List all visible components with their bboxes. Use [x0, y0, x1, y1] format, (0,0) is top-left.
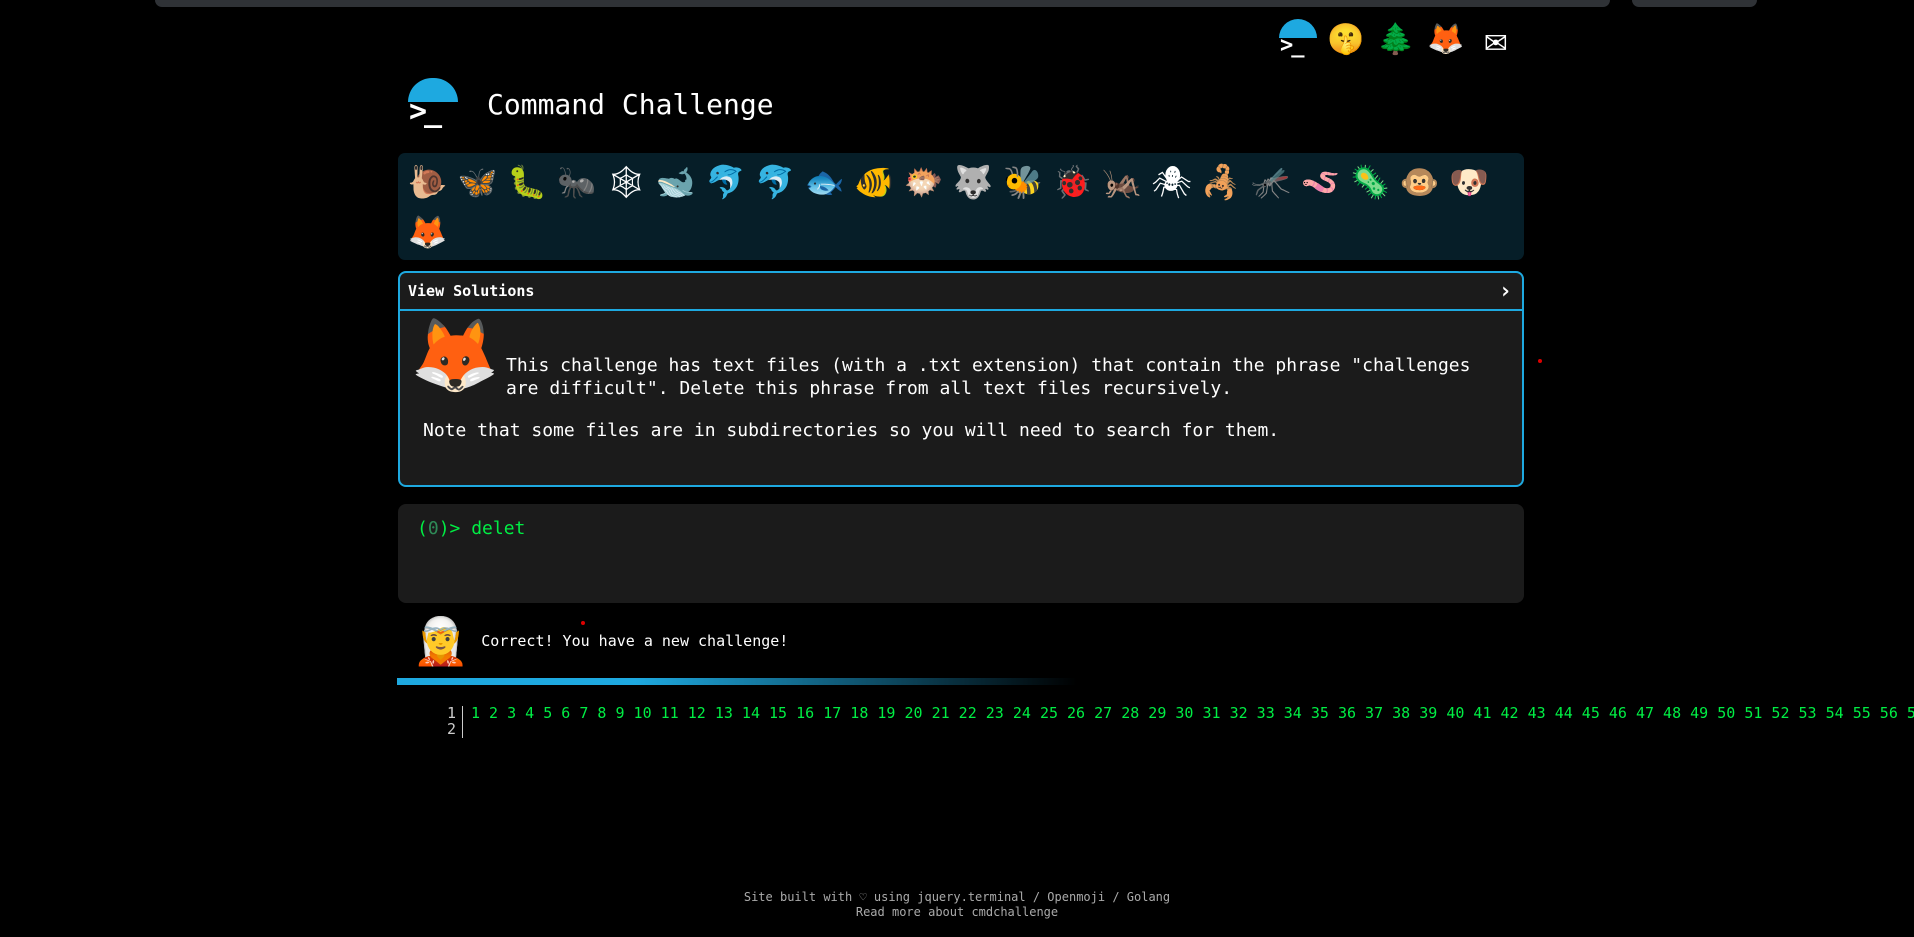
output-line: 1 2 3 4 5 6 7 8 9 10 11 12 13 14 15 16 1…: [471, 704, 1914, 722]
challenge-animal-icon[interactable]: 🦊: [403, 207, 453, 257]
browser-chrome-strip: [0, 0, 1914, 14]
challenge-animal-icon[interactable]: 🕷: [1147, 157, 1197, 207]
output-line-numbers: 1 2: [440, 705, 456, 737]
challenge-animal-icon[interactable]: 🐶: [1444, 157, 1494, 207]
challenge-animal-icon[interactable]: 🐌: [403, 157, 453, 207]
terminal[interactable]: (0)> delet: [398, 504, 1524, 603]
challenge-animal-icon[interactable]: 🦟: [1246, 157, 1296, 207]
challenge-animal-icon[interactable]: 🐟: [800, 157, 850, 207]
challenge-animal-icon[interactable]: 🐛: [502, 157, 552, 207]
output-content: 1 2 3 4 5 6 7 8 9 10 11 12 13 14 15 16 1…: [471, 705, 1914, 721]
challenge-description: This challenge has text files (with a .t…: [506, 355, 1471, 399]
tree-icon[interactable]: 🌲: [1375, 18, 1417, 60]
challenge-animal-icon[interactable]: 🐵: [1395, 157, 1445, 207]
challenge-animal-icon[interactable]: 🦂: [1197, 157, 1247, 207]
result-message: 🧝 Correct! You have a new challenge!: [412, 615, 788, 667]
gitlab-icon[interactable]: 🦊: [1425, 18, 1467, 60]
gutter-separator: [462, 706, 463, 738]
challenge-animal-icon[interactable]: 🦗: [1097, 157, 1147, 207]
site-header: >_ Command Challenge: [405, 76, 774, 132]
terminal-input[interactable]: delet: [471, 518, 525, 539]
view-solutions-label: View Solutions: [408, 282, 535, 300]
challenge-animal-icon[interactable]: 🐠: [849, 157, 899, 207]
prompt-open-paren: (: [417, 518, 428, 539]
challenge-animal-icon[interactable]: 🕸: [601, 157, 651, 207]
challenge-note: Note that some files are in subdirectori…: [423, 420, 1280, 441]
prompt-count: 0: [427, 518, 439, 539]
terminal-logo-icon[interactable]: >_: [1275, 18, 1317, 60]
fox-avatar-icon: 🦊: [410, 313, 500, 397]
top-icon-nav: >_ 🤫 🌲 🦊 ✉: [1275, 17, 1517, 61]
page-title[interactable]: Command Challenge: [487, 88, 774, 121]
chevron-right-icon: ›: [1498, 278, 1512, 304]
challenge-animal-icon[interactable]: 🐬: [701, 157, 751, 207]
challenge-animal-icon[interactable]: 🐞: [1048, 157, 1098, 207]
elf-avatar-icon: 🧝: [412, 614, 470, 668]
footer: Site built with ♡ using jquery.terminal …: [0, 890, 1914, 920]
terminal-prompt-line[interactable]: (0)> delet: [417, 518, 525, 539]
challenge-animal-icon[interactable]: 🦋: [453, 157, 503, 207]
challenge-animal-icon[interactable]: 🐺: [949, 157, 999, 207]
view-solutions-toggle[interactable]: View Solutions ›: [400, 273, 1522, 311]
site-logo[interactable]: >_: [405, 76, 461, 132]
address-bar-edge: [155, 0, 1610, 7]
challenge-box: View Solutions › 🦊 This challenge has te…: [398, 271, 1524, 487]
challenge-animal-list: 🐌 🦋 🐛 🐜 🕸 🐋 🐬 🐬 🐟 🐠 🐡 🐺 🐝 🐞 🦗 🕷 🦂 🦟 🪱 🦠 🐵 🐶 🦊: [398, 153, 1524, 260]
footer-read-more-link[interactable]: Read more about cmdchallenge: [0, 905, 1914, 920]
challenge-animal-icon[interactable]: 🪱: [1296, 157, 1346, 207]
prompt-close: )>: [438, 518, 472, 539]
browser-button-edge: [1632, 0, 1757, 7]
challenge-animal-icon[interactable]: 🐡: [899, 157, 949, 207]
cursor-dot: [581, 621, 585, 625]
challenge-animal-icon[interactable]: 🐜: [552, 157, 602, 207]
challenge-animal-icon[interactable]: 🐝: [998, 157, 1048, 207]
line-number: 1: [446, 704, 456, 722]
challenge-animal-icon[interactable]: 🐋: [651, 157, 701, 207]
hushed-face-icon[interactable]: 🤫: [1325, 18, 1367, 60]
result-text: Correct! You have a new challenge!: [481, 632, 789, 650]
footer-credits[interactable]: Site built with ♡ using jquery.terminal …: [0, 890, 1914, 905]
challenge-animal-icon[interactable]: 🦠: [1345, 157, 1395, 207]
line-number: 2: [446, 720, 456, 738]
cursor-dot: [1538, 359, 1542, 363]
challenge-animal-icon[interactable]: 🐬: [750, 157, 800, 207]
mail-icon[interactable]: ✉: [1475, 17, 1517, 61]
progress-divider: [397, 678, 1077, 685]
